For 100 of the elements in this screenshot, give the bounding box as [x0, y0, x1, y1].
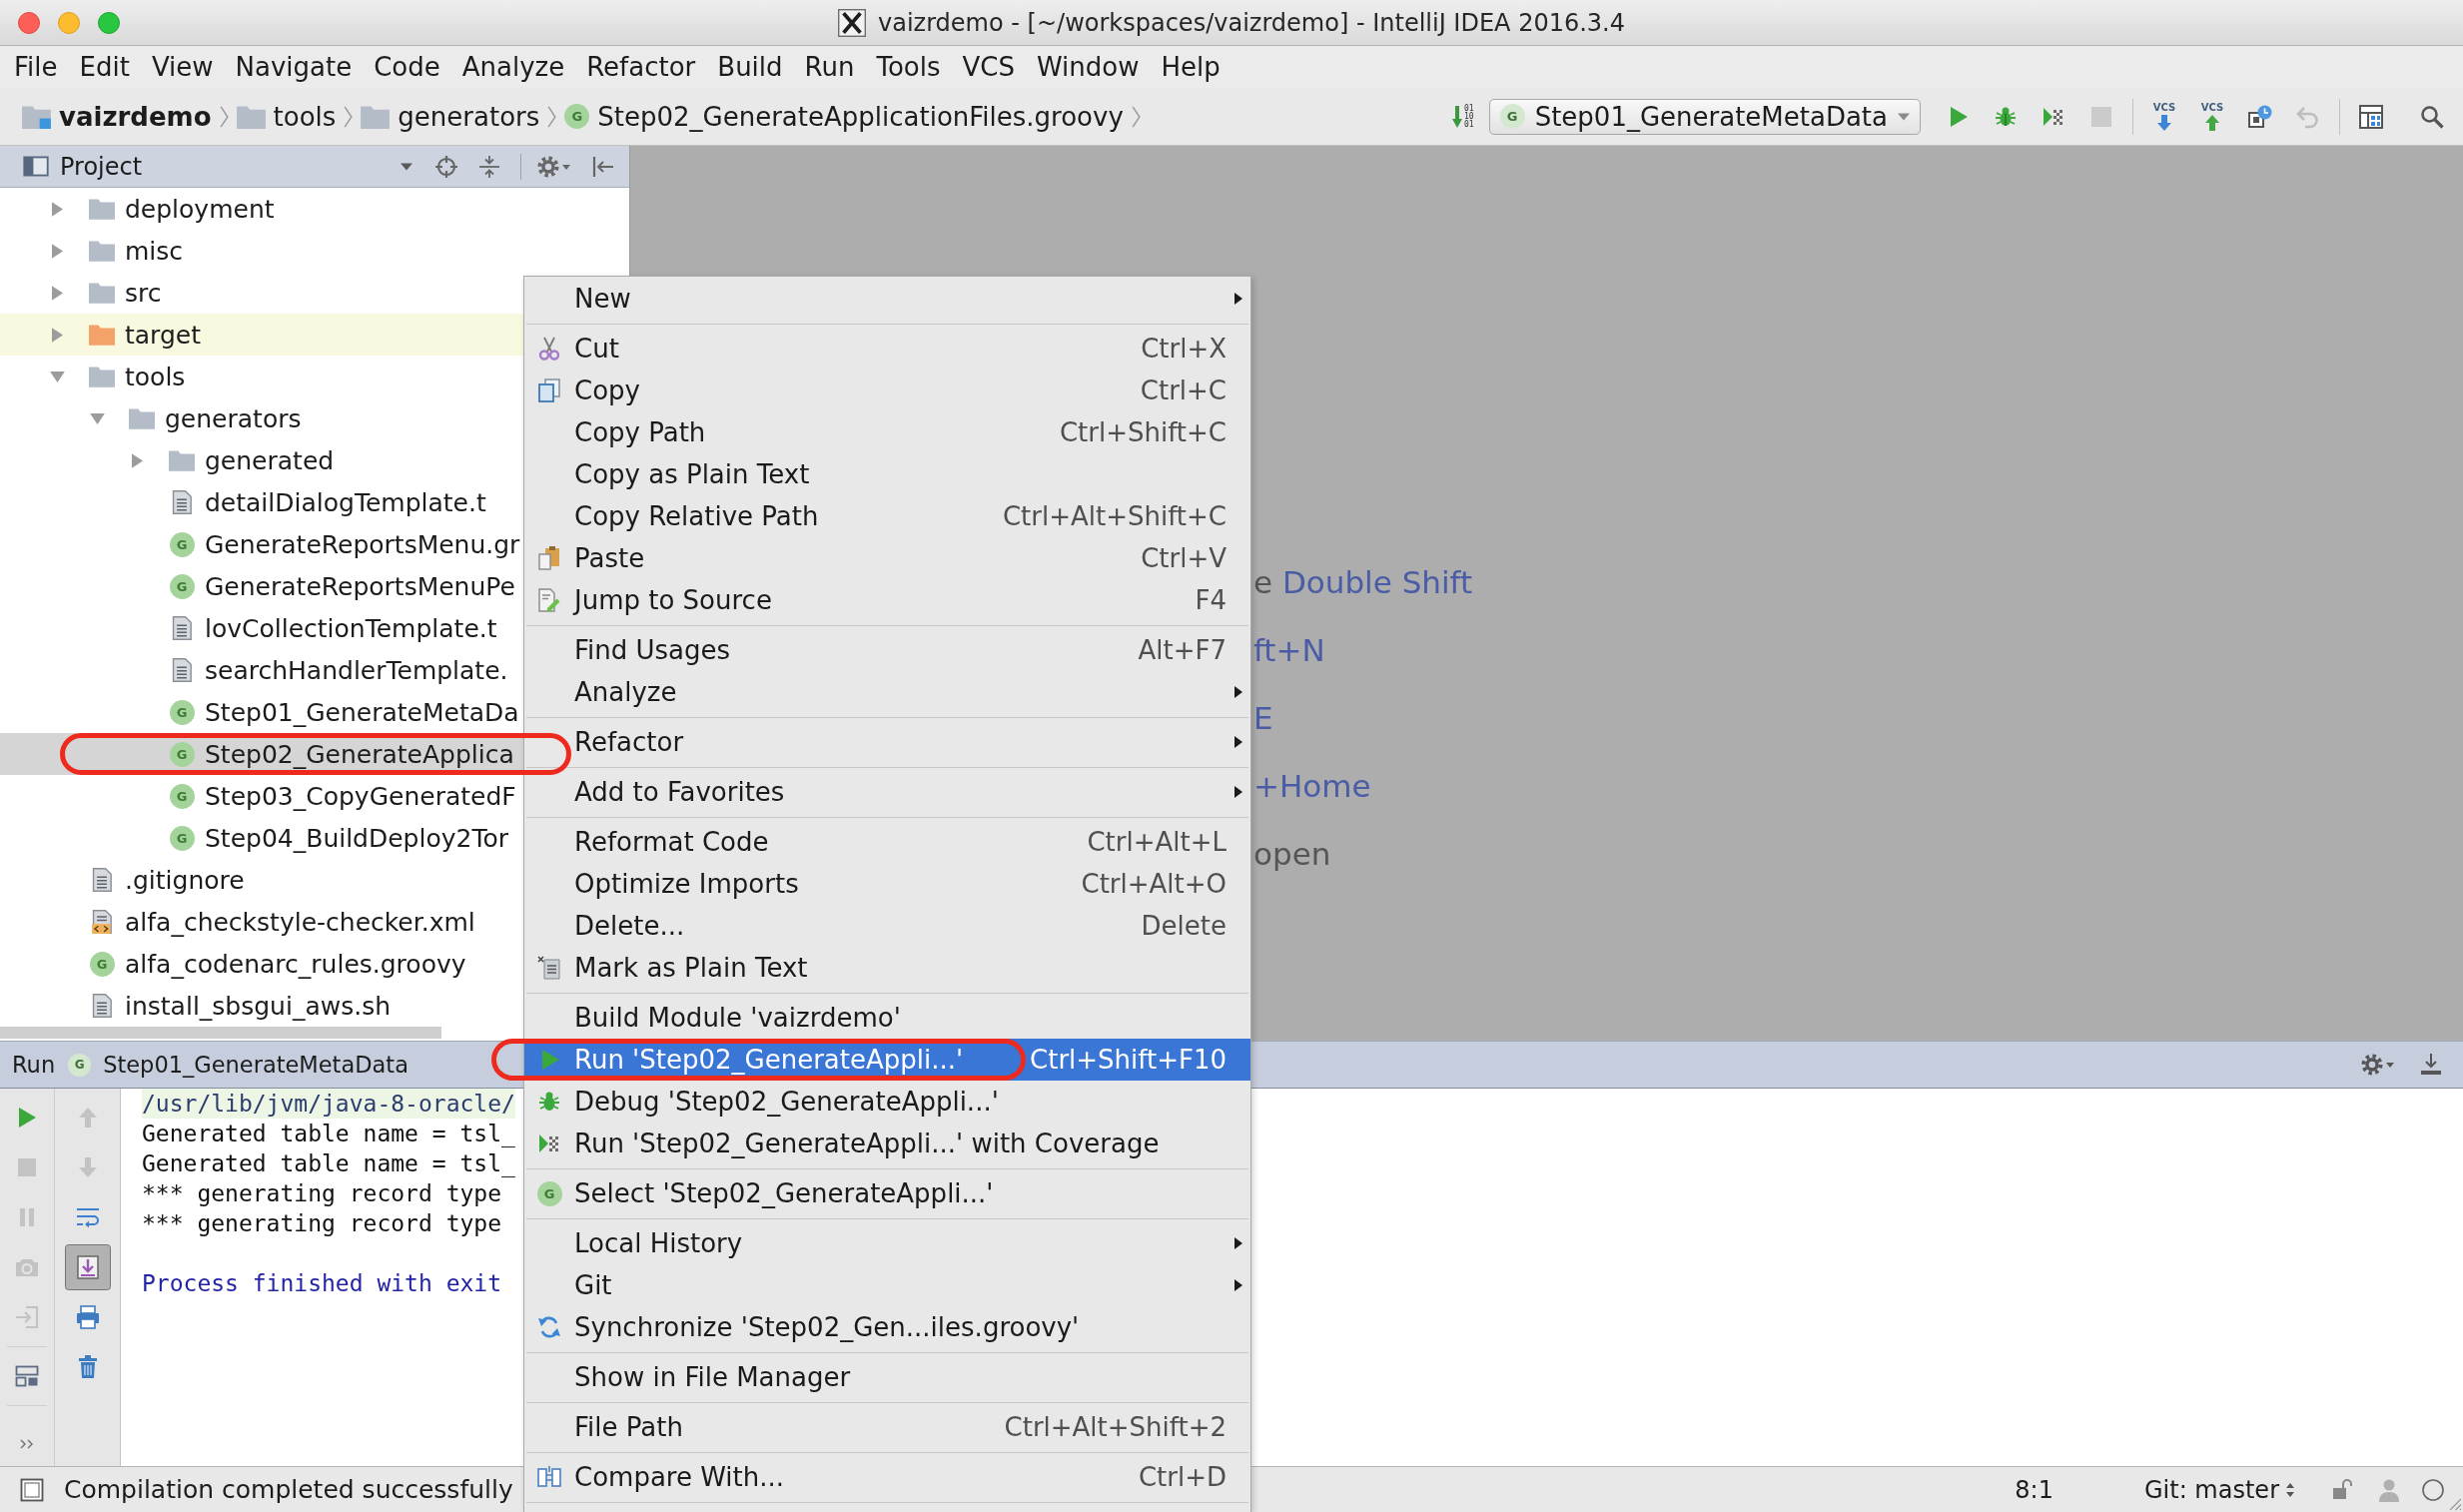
ring-icon[interactable]	[2421, 1477, 2445, 1502]
soft-wrap-icon[interactable]	[75, 1205, 100, 1229]
person-silhouette-icon[interactable]	[2377, 1477, 2401, 1502]
vcs-update-button[interactable]: VCS	[2140, 94, 2188, 139]
tree-item[interactable]: G Step01_GenerateMetaDa	[0, 691, 523, 733]
caret-down-icon[interactable]	[49, 371, 65, 382]
settings-icon[interactable]	[536, 154, 570, 179]
menu-item[interactable]: Refactor	[575, 46, 707, 88]
menu-item[interactable]: Optimize Imports Ctrl+Alt+O	[524, 863, 1250, 905]
tree-item[interactable]: .gitignore	[0, 859, 523, 901]
menu-item[interactable]: Mark as Plain Text	[524, 947, 1250, 989]
tree-item[interactable]: install_sbsgui_aws.sh	[0, 985, 523, 1027]
tree-item[interactable]: alfa_checkstyle-checker.xml	[0, 901, 523, 943]
menu-item[interactable]: Build	[706, 46, 794, 88]
menu-item[interactable]: Help	[1150, 46, 1232, 88]
scrollbar[interactable]	[0, 1027, 441, 1039]
menu-item[interactable]: G Select 'Step02_GenerateAppli...'	[524, 1172, 1250, 1214]
menu-item[interactable]: Edit	[68, 46, 141, 88]
menu-item[interactable]: View	[140, 46, 225, 88]
tree-item[interactable]: detailDialogTemplate.t	[0, 481, 523, 523]
zoom-button[interactable]	[98, 11, 120, 34]
menu-item[interactable]: Synchronize 'Step02_Gen...iles.groovy'	[524, 1306, 1250, 1348]
caret-down-icon[interactable]	[89, 412, 105, 424]
minimize-icon[interactable]	[2420, 1053, 2442, 1077]
tree-item[interactable]: generated	[0, 439, 523, 481]
menu-item[interactable]: Reformat Code Ctrl+Alt+L	[524, 821, 1250, 863]
double-chevron-icon[interactable]	[20, 1439, 34, 1449]
close-button[interactable]	[18, 11, 40, 34]
tree-item[interactable]: G GenerateReportsMenuPe	[0, 565, 523, 607]
menu-item[interactable]: Window	[1025, 46, 1151, 88]
tree-item[interactable]: G GenerateReportsMenu.gr	[0, 523, 523, 565]
tree-item[interactable]: src	[0, 272, 523, 314]
menu-item[interactable]: Refactor	[524, 721, 1250, 763]
run-config-dropdown[interactable]: G Step01_GenerateMetaData	[1488, 98, 1921, 135]
menu-item[interactable]: Copy Path Ctrl+Shift+C	[524, 411, 1250, 453]
menu-item[interactable]: New	[524, 278, 1250, 320]
tree-item[interactable]: lovCollectionTemplate.t	[0, 607, 523, 649]
tree-item[interactable]: G Step03_CopyGeneratedF	[0, 775, 523, 817]
menu-item[interactable]: VCS	[951, 46, 1026, 88]
collapse-icon[interactable]	[477, 154, 501, 179]
caret-right-icon[interactable]	[51, 201, 63, 217]
menu-item[interactable]: Find Usages Alt+F7	[524, 629, 1250, 671]
caret-right-icon[interactable]	[51, 285, 63, 301]
menu-item[interactable]: Copy Relative Path Ctrl+Alt+Shift+C	[524, 495, 1250, 537]
scroll-to-end-icon[interactable]	[64, 1244, 111, 1290]
menu-item[interactable]: Run 'Step02_GenerateAppli...' with Coverage	[524, 1123, 1250, 1164]
chevron-right-icon	[219, 104, 229, 129]
caret-right-icon[interactable]	[131, 452, 143, 468]
menu-item[interactable]: Debug 'Step02_GenerateAppli...'	[524, 1081, 1250, 1123]
tree-item[interactable]: misc	[0, 230, 523, 272]
menu-item[interactable]: Add to Favorites	[524, 771, 1250, 813]
menu-item[interactable]: Copy Ctrl+C	[524, 370, 1250, 411]
menu-item[interactable]: Git	[524, 1264, 1250, 1306]
menu-item[interactable]: Cut Ctrl+X	[524, 328, 1250, 370]
tree-item[interactable]: searchHandlerTemplate.	[0, 649, 523, 691]
menu-item[interactable]: Copy as Plain Text	[524, 453, 1250, 495]
menu-item[interactable]: File	[3, 46, 69, 88]
tree-item[interactable]: G Step04_BuildDeploy2Tor	[0, 817, 523, 859]
caret-position[interactable]: 8:1	[2015, 1475, 2053, 1504]
caret-right-icon[interactable]	[51, 327, 63, 343]
panel-toggle-icon[interactable]	[20, 1477, 44, 1502]
tree-item[interactable]: G alfa_codenarc_rules.groovy	[0, 943, 523, 985]
menu-item[interactable]: Jump to Source F4	[524, 579, 1250, 621]
menu-item[interactable]: Analyze	[524, 671, 1250, 713]
build-button[interactable]: 01 10 01	[1452, 96, 1474, 137]
caret-right-icon[interactable]	[51, 243, 63, 259]
tree-item[interactable]: tools	[0, 356, 523, 397]
menu-item[interactable]: Code	[363, 46, 451, 88]
menu-item[interactable]: Run	[793, 46, 866, 88]
text-file-icon	[172, 658, 192, 682]
settings-icon[interactable]	[2360, 1053, 2394, 1077]
menu-item[interactable]: Navigate	[224, 46, 364, 88]
menu-item[interactable]: Paste Ctrl+V	[524, 537, 1250, 579]
menu-item[interactable]: Build Module 'vaizrdemo'	[524, 997, 1250, 1039]
hide-panel-icon[interactable]	[591, 154, 615, 179]
menu-item[interactable]: Analyze	[450, 46, 576, 88]
breadcrumb[interactable]: G Step02_GenerateApplicationFiles.groovy	[564, 96, 1124, 137]
menu-item[interactable]: Local History	[524, 1222, 1250, 1264]
padlock-icon[interactable]	[2332, 1477, 2352, 1502]
breadcrumb[interactable]: generators	[361, 96, 540, 137]
breadcrumb[interactable]: tools	[236, 96, 337, 137]
menu-item[interactable]: Delete... Delete	[524, 905, 1250, 947]
run-tab[interactable]: G Step01_GenerateMetaData	[68, 1052, 409, 1078]
menu-item[interactable]: Show in File Manager	[524, 1356, 1250, 1398]
crosshair-icon[interactable]	[434, 154, 458, 179]
breadcrumb[interactable]: vaizrdemo	[22, 96, 212, 137]
printer-icon[interactable]	[75, 1305, 100, 1329]
menu-item[interactable]: Tools	[865, 46, 952, 88]
tree-item[interactable]: target	[0, 314, 523, 356]
layout-icon[interactable]	[15, 1364, 39, 1388]
menu-item[interactable]: Compare With... Ctrl+D	[524, 1456, 1250, 1498]
caret-down-icon[interactable]	[401, 162, 412, 171]
tree-item[interactable]: generators	[0, 397, 523, 439]
minimize-button[interactable]	[58, 11, 80, 34]
menu-item[interactable]: File Path Ctrl+Alt+Shift+2	[524, 1406, 1250, 1448]
file-type-badge: G	[169, 825, 195, 851]
search-icon	[2420, 104, 2444, 129]
vcs-commit-button[interactable]: VCS	[2188, 94, 2236, 139]
git-branch-widget[interactable]: Git: master	[2143, 1475, 2294, 1504]
tree-item[interactable]: deployment	[0, 188, 523, 230]
